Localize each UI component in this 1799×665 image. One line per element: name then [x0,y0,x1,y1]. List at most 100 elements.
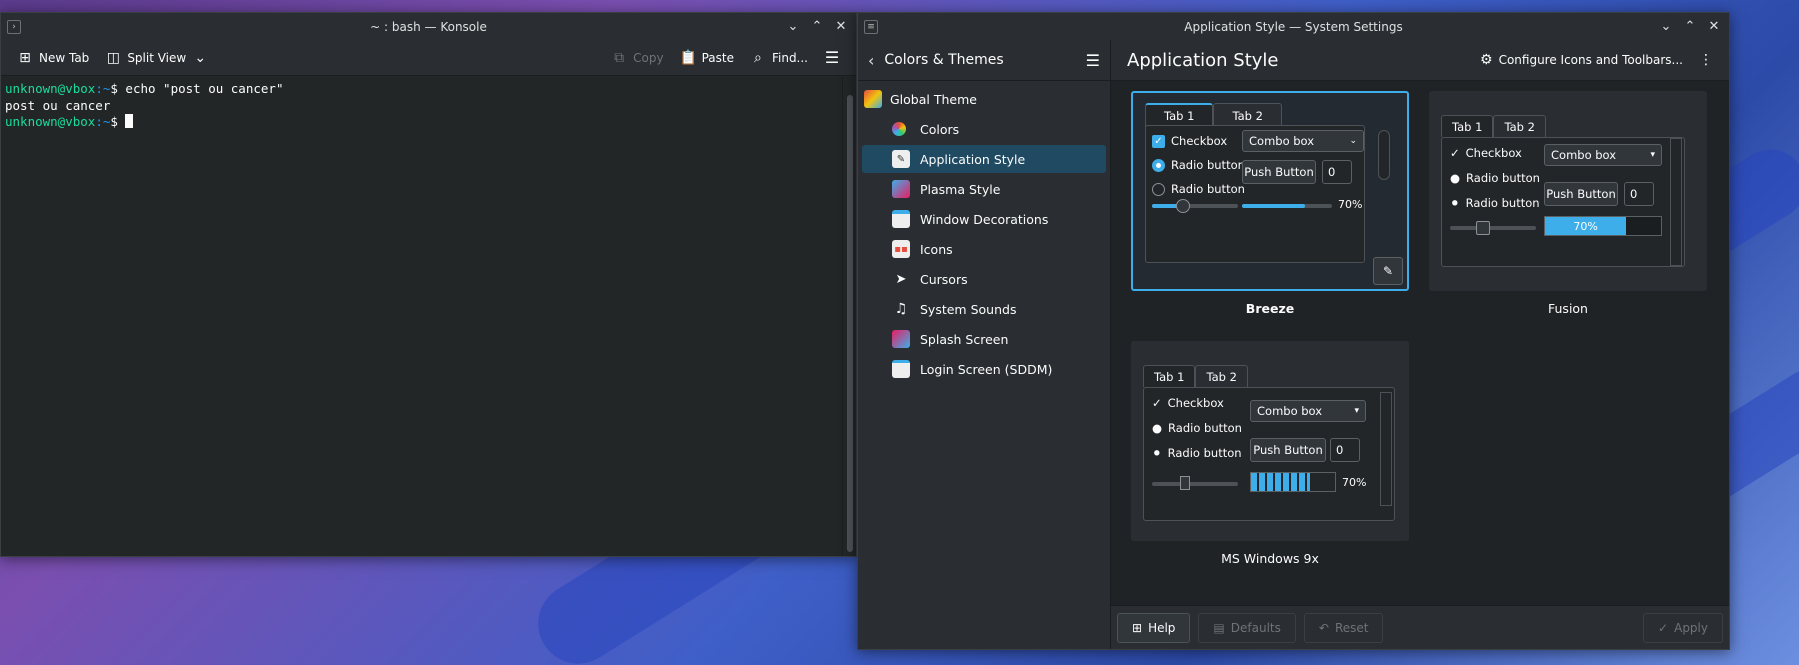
radio-icon: ⚫ [1152,446,1162,460]
preview-progress-percent: 70% [1338,198,1363,211]
terminal-scrollbar[interactable] [842,77,856,556]
colors-icon [892,122,906,136]
style-name: Breeze [1245,301,1295,316]
sidebar-item-application-style[interactable]: ✎ Application Style [862,145,1106,173]
apply-label: Apply [1674,620,1708,635]
sidebar-item-label: Cursors [920,271,968,287]
paste-icon: 📋 [679,49,698,66]
sidebar-item-label: Application Style [920,151,1026,167]
check-icon: ✓ [1658,620,1669,635]
undo-icon: ↶ [1318,620,1329,635]
prompt-path: :~ [95,81,111,96]
preview-checkbox: ✓ Checkbox [1152,134,1227,148]
copy-label: Copy [633,50,664,65]
application-style-icon: ✎ [892,150,910,168]
maximize-button[interactable]: ⌃ [808,18,826,36]
preview-scrollbar [1378,130,1390,180]
preview-tabs: Tab 1 Tab 2 [1143,365,1248,387]
radio-label: Radio button [1168,421,1242,435]
sidebar-item-login-screen[interactable]: Login Screen (SDDM) [862,355,1106,383]
check-icon: ✓ [1152,134,1165,148]
preview-tab: Tab 2 [1493,115,1546,137]
radio-label: Radio button [1171,158,1245,172]
copy-button[interactable]: ⧉ Copy [605,46,669,70]
sidebar-header: ‹ Colors & Themes ☰ [858,40,1110,81]
sidebar-item-splash-screen[interactable]: Splash Screen [862,325,1106,353]
konsole-titlebar[interactable]: › ~ : bash — Konsole ⌄ ⌃ ✕ [1,13,856,40]
reset-button[interactable]: ↶ Reset [1303,612,1384,643]
slider-knob [1176,199,1190,213]
window-title: ~ : bash — Konsole [370,19,487,34]
slider-knob [1476,221,1490,235]
bottom-bar: ⊞ Help ▤ Defaults ↶ Reset ✓ Apply [1111,605,1729,649]
minimize-button[interactable]: ⌄ [1657,18,1675,36]
edit-style-button[interactable]: ✎ [1373,257,1403,285]
radio-label: Radio button [1167,446,1242,460]
minimize-button[interactable]: ⌄ [784,18,802,36]
terminal-area[interactable]: unknown@vbox :~$ echo "post ou cancer" po… [1,77,842,556]
configure-label: Configure Icons and Toolbars... [1498,53,1683,67]
sidebar-item-label: Icons [920,241,953,257]
sidebar-item-label: Window Decorations [920,211,1049,227]
style-card-breeze[interactable]: Tab 1 Tab 2 ✓ Checkbox Radio button Radio… [1131,91,1409,316]
sidebar-item-label: System Sounds [920,301,1017,317]
terminal-line: post ou cancer [5,97,111,113]
preview-slider [1152,482,1238,486]
preview-radio: ● Radio button [1450,171,1540,185]
caret-down-icon: ▾ [1650,150,1655,160]
find-label: Find... [771,50,808,65]
defaults-label: Defaults [1230,620,1281,635]
preview-tabs: Tab 1 Tab 2 [1145,103,1282,127]
sidebar-item-plasma-style[interactable]: Plasma Style [862,175,1106,203]
check-icon: ✓ [1152,396,1162,410]
terminal-icon: › [7,19,21,34]
sidebar-item-cursors[interactable]: ➤ Cursors [862,265,1106,293]
radio-label: Radio button [1171,182,1245,196]
defaults-button[interactable]: ▤ Defaults [1198,612,1296,643]
sidebar-item-colors[interactable]: Colors [862,115,1106,143]
prompt-symbol: $ [110,114,126,129]
command-text: $ echo "post ou cancer" [110,81,284,96]
sidebar-item-system-sounds[interactable]: ♫ System Sounds [862,295,1106,323]
help-button[interactable]: ⊞ Help [1117,612,1191,643]
close-button[interactable]: ✕ [1705,18,1723,36]
global-theme-icon [864,90,882,108]
settings-titlebar[interactable]: ≡ Application Style — System Settings ⌄ … [858,13,1729,40]
sidebar-item-icons[interactable]: ▪▪ Icons [862,235,1106,263]
new-tab-button[interactable]: ⊞ New Tab [11,46,95,70]
preview-checkbox: ✓ Checkbox [1152,396,1224,410]
plasma-style-icon [892,180,910,198]
sliders-icon: ⚙ [1480,52,1493,68]
slider-knob [1180,476,1190,490]
paste-button[interactable]: 📋 Paste [674,46,740,70]
paste-label: Paste [701,50,734,65]
hamburger-menu-icon: ☰ [824,48,840,67]
preview-scrollbar [1380,392,1392,506]
preview-radio: Radio button [1152,182,1245,196]
login-screen-icon [892,360,910,378]
search-icon: ⌕ [754,49,762,66]
prompt-user: unknown@vbox [5,114,96,129]
more-options-icon[interactable]: ⋮ [1699,52,1713,68]
new-tab-icon: ⊞ [19,49,31,66]
configure-toolbars-button[interactable]: ⚙ Configure Icons and Toolbars... [1480,52,1683,68]
apply-button[interactable]: ✓ Apply [1643,612,1723,643]
split-view-icon: ◫ [106,49,120,66]
page-title: Application Style [1127,49,1279,71]
find-button[interactable]: ⌕ Find... [744,46,814,70]
scrollbar-thumb[interactable] [847,95,853,552]
sidebar-item-window-decorations[interactable]: Window Decorations [862,205,1106,233]
back-arrow-icon[interactable]: ‹ [868,51,874,70]
sidebar-item-label: Plasma Style [920,181,1001,197]
preview-push-button: Push Button [1544,182,1618,206]
hamburger-menu-button[interactable]: ☰ [818,44,846,71]
konsole-window: › ~ : bash — Konsole ⌄ ⌃ ✕ ⊞ New Tab ◫ S… [0,12,857,557]
style-card-ms-windows-9x[interactable]: Tab 1 Tab 2 ✓ Checkbox ● Radio button ⚫ Rad… [1131,341,1409,566]
sidebar-item-label: Global Theme [890,91,977,107]
sidebar-item-global-theme[interactable]: Global Theme [862,85,1106,113]
close-button[interactable]: ✕ [832,18,850,36]
split-view-button[interactable]: ◫ Split View ⌄ [99,46,214,70]
maximize-button[interactable]: ⌃ [1681,18,1699,36]
hamburger-menu-icon[interactable]: ☰ [1086,51,1100,70]
style-card-fusion[interactable]: Tab 1 Tab 2 ✓ Checkbox ● Radio button ⚫ Rad… [1429,91,1707,316]
